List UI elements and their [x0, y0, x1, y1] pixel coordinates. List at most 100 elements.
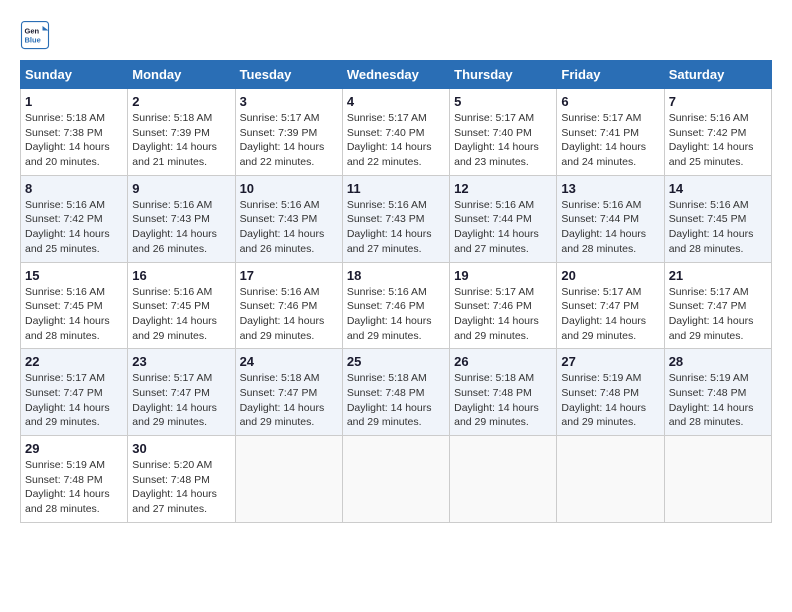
day-number: 25: [347, 354, 445, 369]
calendar-week-4: 22 Sunrise: 5:17 AMSunset: 7:47 PMDayligh…: [21, 349, 772, 436]
day-detail: Sunrise: 5:16 AMSunset: 7:43 PMDaylight:…: [132, 199, 217, 255]
day-number: 29: [25, 441, 123, 456]
day-detail: Sunrise: 5:17 AMSunset: 7:47 PMDaylight:…: [25, 372, 110, 428]
day-number: 3: [240, 94, 338, 109]
day-number: 28: [669, 354, 767, 369]
day-detail: Sunrise: 5:19 AMSunset: 7:48 PMDaylight:…: [669, 372, 754, 428]
day-number: 27: [561, 354, 659, 369]
calendar-cell: 20Sunrise: 5:17 AMSunset: 7:47 PMDayligh…: [557, 262, 664, 349]
calendar-cell: 15 Sunrise: 5:16 AMSunset: 7:45 PMDayligh…: [21, 262, 128, 349]
day-number: 17: [240, 268, 338, 283]
header-sunday: Sunday: [21, 61, 128, 89]
calendar-table: SundayMondayTuesdayWednesdayThursdayFrid…: [20, 60, 772, 523]
calendar-cell: 6Sunrise: 5:17 AMSunset: 7:41 PMDaylight…: [557, 89, 664, 176]
calendar-cell: [450, 436, 557, 523]
header-thursday: Thursday: [450, 61, 557, 89]
calendar-cell: 4Sunrise: 5:17 AMSunset: 7:40 PMDaylight…: [342, 89, 449, 176]
header-saturday: Saturday: [664, 61, 771, 89]
header-wednesday: Wednesday: [342, 61, 449, 89]
calendar-cell: 14 Sunrise: 5:16 AMSunset: 7:45 PMDayligh…: [664, 175, 771, 262]
day-number: 19: [454, 268, 552, 283]
svg-text:Gen: Gen: [25, 27, 40, 36]
calendar-cell: [342, 436, 449, 523]
calendar-cell: 13 Sunrise: 5:16 AMSunset: 7:44 PMDayligh…: [557, 175, 664, 262]
day-detail: Sunrise: 5:17 AMSunset: 7:47 PMDaylight:…: [132, 372, 217, 428]
calendar-cell: 17 Sunrise: 5:16 AMSunset: 7:46 PMDayligh…: [235, 262, 342, 349]
header-monday: Monday: [128, 61, 235, 89]
day-number: 30: [132, 441, 230, 456]
day-number: 9: [132, 181, 230, 196]
calendar-week-1: 1 Sunrise: 5:18 AMSunset: 7:38 PMDaylight…: [21, 89, 772, 176]
day-detail: Sunrise: 5:18 AMSunset: 7:39 PMDaylight:…: [132, 112, 217, 168]
calendar-cell: 27Sunrise: 5:19 AMSunset: 7:48 PMDayligh…: [557, 349, 664, 436]
day-number: 1: [25, 94, 123, 109]
calendar-cell: 3 Sunrise: 5:17 AMSunset: 7:39 PMDaylight…: [235, 89, 342, 176]
header-tuesday: Tuesday: [235, 61, 342, 89]
day-detail: Sunrise: 5:20 AMSunset: 7:48 PMDaylight:…: [132, 459, 217, 515]
calendar-cell: 10Sunrise: 5:16 AMSunset: 7:43 PMDayligh…: [235, 175, 342, 262]
day-detail: Sunrise: 5:18 AMSunset: 7:47 PMDaylight:…: [240, 372, 325, 428]
day-detail: Sunrise: 5:18 AMSunset: 7:38 PMDaylight:…: [25, 112, 110, 168]
calendar-cell: 9 Sunrise: 5:16 AMSunset: 7:43 PMDaylight…: [128, 175, 235, 262]
calendar-cell: 29 Sunrise: 5:19 AMSunset: 7:48 PMDayligh…: [21, 436, 128, 523]
day-number: 22: [25, 354, 123, 369]
day-number: 14: [669, 181, 767, 196]
calendar-week-5: 29 Sunrise: 5:19 AMSunset: 7:48 PMDayligh…: [21, 436, 772, 523]
calendar-cell: [235, 436, 342, 523]
day-detail: Sunrise: 5:16 AMSunset: 7:42 PMDaylight:…: [669, 112, 754, 168]
day-number: 2: [132, 94, 230, 109]
day-number: 16: [132, 268, 230, 283]
day-number: 23: [132, 354, 230, 369]
calendar-cell: 21Sunrise: 5:17 AMSunset: 7:47 PMDayligh…: [664, 262, 771, 349]
day-detail: Sunrise: 5:16 AMSunset: 7:45 PMDaylight:…: [132, 286, 217, 342]
day-detail: Sunrise: 5:17 AMSunset: 7:47 PMDaylight:…: [669, 286, 754, 342]
day-detail: Sunrise: 5:18 AMSunset: 7:48 PMDaylight:…: [347, 372, 432, 428]
day-detail: Sunrise: 5:16 AMSunset: 7:44 PMDaylight:…: [561, 199, 646, 255]
day-number: 26: [454, 354, 552, 369]
calendar-cell: 8Sunrise: 5:16 AMSunset: 7:42 PMDaylight…: [21, 175, 128, 262]
day-detail: Sunrise: 5:17 AMSunset: 7:46 PMDaylight:…: [454, 286, 539, 342]
header: Gen Blue: [20, 20, 772, 50]
day-number: 5: [454, 94, 552, 109]
day-detail: Sunrise: 5:17 AMSunset: 7:47 PMDaylight:…: [561, 286, 646, 342]
page-wrapper: Gen Blue SundayMondayTuesdayWednesdayThu…: [20, 20, 772, 523]
calendar-cell: 11Sunrise: 5:16 AMSunset: 7:43 PMDayligh…: [342, 175, 449, 262]
day-number: 11: [347, 181, 445, 196]
calendar-cell: 19 Sunrise: 5:17 AMSunset: 7:46 PMDayligh…: [450, 262, 557, 349]
day-detail: Sunrise: 5:17 AMSunset: 7:41 PMDaylight:…: [561, 112, 646, 168]
calendar-week-3: 15 Sunrise: 5:16 AMSunset: 7:45 PMDayligh…: [21, 262, 772, 349]
day-detail: Sunrise: 5:18 AMSunset: 7:48 PMDaylight:…: [454, 372, 539, 428]
calendar-cell: 23 Sunrise: 5:17 AMSunset: 7:47 PMDayligh…: [128, 349, 235, 436]
calendar-cell: 30 Sunrise: 5:20 AMSunset: 7:48 PMDayligh…: [128, 436, 235, 523]
calendar-cell: 18 Sunrise: 5:16 AMSunset: 7:46 PMDayligh…: [342, 262, 449, 349]
calendar-cell: 12Sunrise: 5:16 AMSunset: 7:44 PMDayligh…: [450, 175, 557, 262]
day-number: 13: [561, 181, 659, 196]
calendar-header-row: SundayMondayTuesdayWednesdayThursdayFrid…: [21, 61, 772, 89]
calendar-week-2: 8Sunrise: 5:16 AMSunset: 7:42 PMDaylight…: [21, 175, 772, 262]
calendar-cell: [664, 436, 771, 523]
calendar-cell: 26 Sunrise: 5:18 AMSunset: 7:48 PMDayligh…: [450, 349, 557, 436]
day-number: 4: [347, 94, 445, 109]
calendar-cell: 5 Sunrise: 5:17 AMSunset: 7:40 PMDaylight…: [450, 89, 557, 176]
svg-text:Blue: Blue: [25, 36, 41, 45]
day-detail: Sunrise: 5:16 AMSunset: 7:46 PMDaylight:…: [347, 286, 432, 342]
calendar-cell: 1 Sunrise: 5:18 AMSunset: 7:38 PMDaylight…: [21, 89, 128, 176]
day-detail: Sunrise: 5:16 AMSunset: 7:42 PMDaylight:…: [25, 199, 110, 255]
calendar-cell: 24 Sunrise: 5:18 AMSunset: 7:47 PMDayligh…: [235, 349, 342, 436]
day-detail: Sunrise: 5:16 AMSunset: 7:46 PMDaylight:…: [240, 286, 325, 342]
day-detail: Sunrise: 5:19 AMSunset: 7:48 PMDaylight:…: [25, 459, 110, 515]
day-number: 24: [240, 354, 338, 369]
day-detail: Sunrise: 5:16 AMSunset: 7:45 PMDaylight:…: [669, 199, 754, 255]
calendar-cell: 28 Sunrise: 5:19 AMSunset: 7:48 PMDayligh…: [664, 349, 771, 436]
day-number: 7: [669, 94, 767, 109]
day-detail: Sunrise: 5:16 AMSunset: 7:45 PMDaylight:…: [25, 286, 110, 342]
logo-icon: Gen Blue: [20, 20, 50, 50]
day-detail: Sunrise: 5:17 AMSunset: 7:40 PMDaylight:…: [454, 112, 539, 168]
day-number: 18: [347, 268, 445, 283]
day-number: 15: [25, 268, 123, 283]
day-detail: Sunrise: 5:17 AMSunset: 7:39 PMDaylight:…: [240, 112, 325, 168]
day-number: 10: [240, 181, 338, 196]
calendar-cell: 16 Sunrise: 5:16 AMSunset: 7:45 PMDayligh…: [128, 262, 235, 349]
calendar-cell: 2 Sunrise: 5:18 AMSunset: 7:39 PMDaylight…: [128, 89, 235, 176]
calendar-cell: 22 Sunrise: 5:17 AMSunset: 7:47 PMDayligh…: [21, 349, 128, 436]
